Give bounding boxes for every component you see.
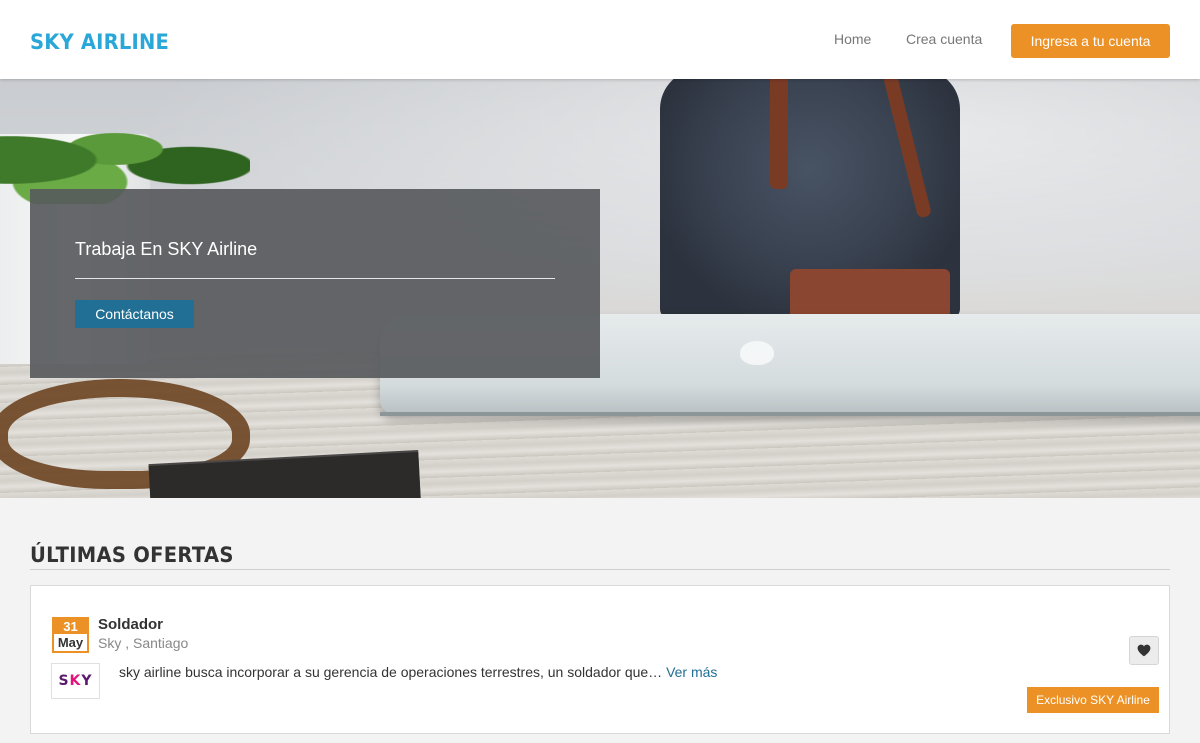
job-title-link[interactable]: Soldador bbox=[98, 616, 163, 633]
favorite-button[interactable] bbox=[1129, 636, 1159, 665]
section-title: ÚLTIMAS OFERTAS bbox=[30, 543, 234, 567]
job-card[interactable]: 31 May Soldador Sky , Santiago SKY sky a… bbox=[30, 585, 1170, 734]
backpack-strap-image bbox=[770, 79, 788, 189]
hero-banner: Trabaja En SKY Airline Contáctanos bbox=[0, 79, 1200, 498]
read-more-link[interactable]: Ver más bbox=[666, 664, 717, 680]
job-company-location: Sky , Santiago bbox=[98, 635, 189, 651]
hero-title: Trabaja En SKY Airline bbox=[75, 239, 258, 259]
top-navbar: SKY AIRLINE Home Crea cuenta Ingresa a t… bbox=[0, 0, 1200, 79]
logo-letter-k: K bbox=[69, 673, 82, 689]
section-divider bbox=[30, 569, 1170, 570]
backpack-leather-image bbox=[790, 269, 950, 319]
logo-letter-y: Y bbox=[81, 673, 93, 689]
company-logo[interactable]: SKY bbox=[51, 663, 100, 699]
exclusive-badge: Exclusivo SKY Airline bbox=[1027, 687, 1159, 713]
nav-home-link[interactable]: Home bbox=[834, 31, 871, 47]
date-day: 31 bbox=[54, 619, 87, 634]
heart-icon bbox=[1137, 644, 1151, 657]
login-button[interactable]: Ingresa a tu cuenta bbox=[1011, 24, 1170, 58]
brand-logo[interactable]: SKY AIRLINE bbox=[30, 30, 169, 54]
hero-divider bbox=[75, 278, 555, 279]
hero-overlay-box: Trabaja En SKY Airline Contáctanos bbox=[30, 189, 600, 378]
plant-leaves-image bbox=[0, 94, 250, 204]
date-badge: 31 May bbox=[52, 617, 89, 653]
contact-button[interactable]: Contáctanos bbox=[75, 300, 194, 328]
date-month: May bbox=[57, 635, 84, 650]
laptop-logo-icon bbox=[740, 341, 774, 365]
logo-letter-s: S bbox=[58, 673, 70, 689]
job-description: sky airline busca incorporar a su gerenc… bbox=[119, 664, 717, 680]
laptop-edge-image bbox=[380, 412, 1200, 416]
job-description-text: sky airline busca incorporar a su gerenc… bbox=[119, 664, 663, 680]
nav-create-account-link[interactable]: Crea cuenta bbox=[906, 31, 982, 47]
